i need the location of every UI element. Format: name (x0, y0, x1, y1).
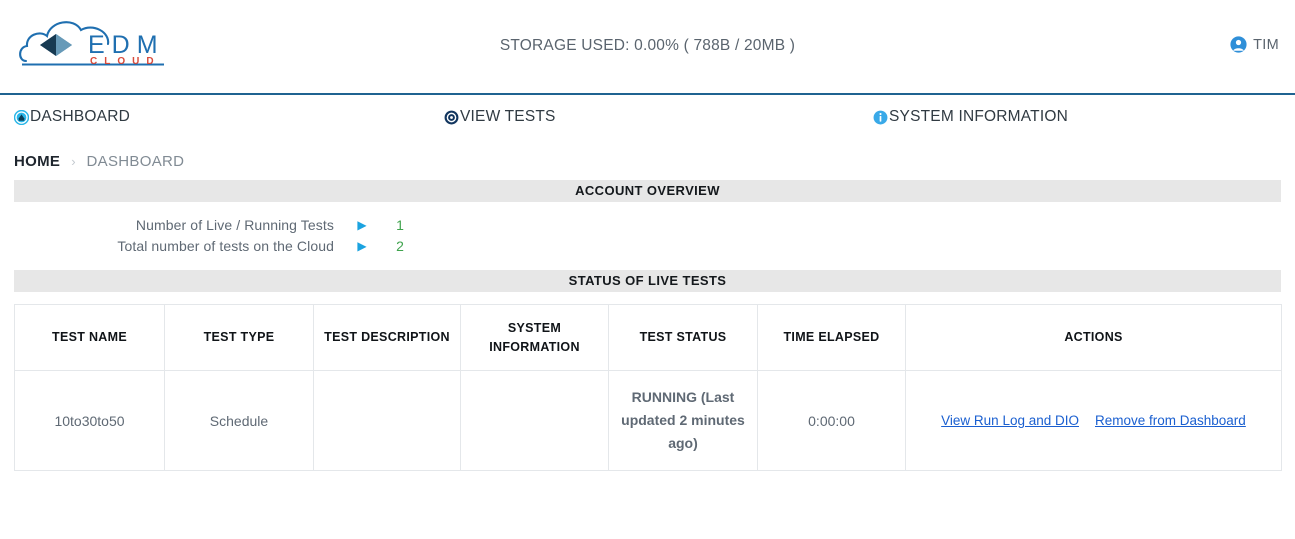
nav-label-system-information: SYSTEM INFORMATION (889, 108, 1068, 125)
view-tests-target-icon (444, 110, 459, 124)
breadcrumb-current: DASHBOARD (86, 152, 185, 170)
cell-test-type: Schedule (164, 370, 314, 471)
overview-value-total-tests: 2 (396, 237, 404, 254)
user-account[interactable]: TIM (1230, 36, 1279, 53)
breadcrumb-home[interactable]: HOME (14, 153, 60, 170)
nav-item-view-tests[interactable]: VIEW TESTS (444, 108, 556, 126)
overview-label-live-tests: Number of Live / Running Tests (135, 216, 334, 233)
overview-label-total-tests: Total number of tests on the Cloud (117, 237, 334, 254)
live-tests-table-wrapper: TEST NAME TEST TYPE TEST DESCRIPTION SYS… (14, 304, 1282, 471)
action-links: View Run Log and DIO Remove from Dashboa… (914, 413, 1273, 428)
cell-time-elapsed: 0:00:00 (757, 370, 906, 471)
overview-row-live-tests: Number of Live / Running Tests ▶ 1 (14, 214, 1281, 235)
user-account-icon (1230, 36, 1247, 53)
nav-item-system-information[interactable]: SYSTEM INFORMATION (873, 108, 1068, 126)
live-tests-table: TEST NAME TEST TYPE TEST DESCRIPTION SYS… (14, 304, 1282, 471)
chevron-right-icon: › (71, 153, 76, 169)
column-header-test-name: TEST NAME (14, 304, 165, 371)
account-overview-body: Number of Live / Running Tests ▶ 1 Total… (14, 202, 1281, 270)
column-header-test-type: TEST TYPE (164, 304, 314, 371)
column-header-system-information: SYSTEM INFORMATION (460, 304, 609, 371)
info-circle-icon (873, 110, 888, 124)
cell-system-information (460, 370, 609, 471)
overview-value-live-tests: 1 (396, 216, 404, 233)
main-navigation: DASHBOARD VIEW TESTS SYSTEM INFORMATION (0, 95, 1295, 142)
status-badge: RUNNING (Last updated 2 minutes ago) (608, 370, 758, 471)
cell-test-name: 10to30to50 (14, 370, 165, 471)
breadcrumb: HOME › DASHBOARD (0, 142, 1295, 180)
remove-from-dashboard-link[interactable]: Remove from Dashboard (1095, 413, 1246, 428)
nav-item-dashboard[interactable]: DASHBOARD (14, 108, 130, 126)
play-arrow-icon: ▶ (357, 217, 367, 232)
svg-text:CLOUD: CLOUD (90, 56, 161, 67)
column-header-test-status: TEST STATUS (608, 304, 758, 371)
live-tests-title: STATUS OF LIVE TESTS (14, 270, 1281, 292)
column-header-test-description: TEST DESCRIPTION (313, 304, 461, 371)
table-header-row: TEST NAME TEST TYPE TEST DESCRIPTION SYS… (14, 304, 1282, 371)
overview-row-total-tests: Total number of tests on the Cloud ▶ 2 (14, 235, 1281, 256)
table-row: 10to30to50 Schedule RUNNING (Last update… (14, 370, 1282, 471)
cell-actions: View Run Log and DIO Remove from Dashboa… (905, 370, 1282, 471)
view-run-log-link[interactable]: View Run Log and DIO (941, 413, 1079, 428)
column-header-actions: ACTIONS (905, 304, 1282, 371)
cell-test-description (313, 370, 461, 471)
user-name: TIM (1253, 36, 1279, 53)
play-arrow-icon: ▶ (357, 238, 367, 253)
column-header-time-elapsed: TIME ELAPSED (757, 304, 906, 371)
nav-label-view-tests: VIEW TESTS (460, 108, 556, 125)
dashboard-icon (14, 109, 29, 125)
page-header: EDM CLOUD STORAGE USED: 0.00% ( 788B / 2… (0, 0, 1295, 95)
account-overview-title: ACCOUNT OVERVIEW (14, 180, 1281, 202)
nav-label-dashboard: DASHBOARD (30, 108, 130, 125)
storage-used-label: STORAGE USED: 0.00% ( 788B / 20MB ) (499, 37, 796, 54)
